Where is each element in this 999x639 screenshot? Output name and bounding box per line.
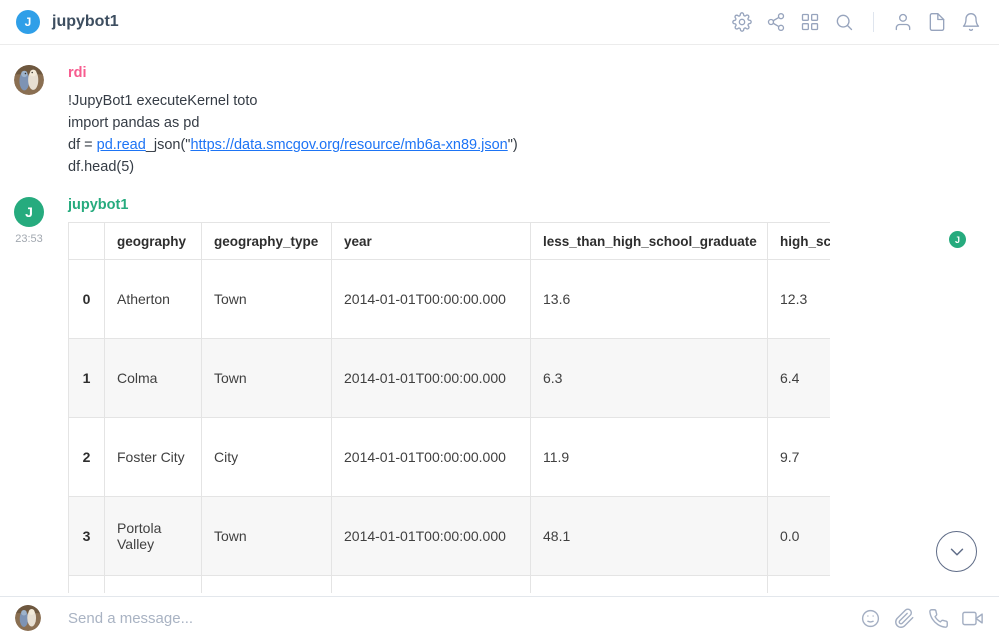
- table-cell: 12.3: [768, 260, 831, 339]
- message-jupybot1: J 23:53 jupybot1 geographygeography_type…: [0, 196, 999, 593]
- message-text: "): [508, 137, 518, 153]
- phone-icon[interactable]: [928, 608, 949, 629]
- row-index-cell: [69, 576, 105, 594]
- table-cell: 2014-01-01T00:00:00.000: [332, 260, 531, 339]
- message-line: df = pd.read_json("https://data.smcgov.o…: [68, 134, 959, 156]
- table-cell: Town: [202, 497, 332, 576]
- channel-avatar: J: [16, 10, 40, 34]
- message-timestamp: 23:53: [10, 233, 48, 245]
- table-cell: 0.0: [768, 497, 831, 576]
- table-cell: [202, 576, 332, 594]
- search-icon[interactable]: [834, 12, 854, 32]
- message-lines: !JupyBot1 executeKernel toto import panda…: [68, 90, 959, 178]
- self-avatar: [15, 605, 41, 631]
- table-cell: 48.1: [531, 497, 768, 576]
- column-header: [69, 223, 105, 260]
- dataframe-table: geographygeography_typeyearless_than_hig…: [68, 222, 830, 593]
- bot-avatar[interactable]: J: [14, 197, 44, 227]
- message-line: df.head(5): [68, 156, 959, 178]
- message-rdi: rdi !JupyBot1 executeKernel toto import p…: [0, 64, 999, 178]
- row-index-cell: 3: [69, 497, 105, 576]
- message-composer: [0, 596, 999, 639]
- video-camera-icon[interactable]: [962, 608, 983, 629]
- parakeets-avatar-image: [15, 605, 41, 631]
- table-cell: 2014-01-01T00:00:00.000: [332, 497, 531, 576]
- message-text: df.head(5): [68, 159, 134, 175]
- share-icon[interactable]: [766, 12, 786, 32]
- channel-title: jupybot1: [52, 13, 119, 31]
- table-header-row: geographygeography_typeyearless_than_hig…: [69, 223, 831, 260]
- table-cell: Colma: [105, 339, 202, 418]
- table-cell: [768, 576, 831, 594]
- jump-to-bottom-button[interactable]: [936, 531, 977, 572]
- message-input[interactable]: [68, 610, 860, 627]
- file-icon[interactable]: [927, 12, 947, 32]
- table-row: 0AthertonTown2014-01-01T00:00:00.00013.6…: [69, 260, 831, 339]
- username[interactable]: jupybot1: [68, 196, 128, 215]
- table-cell: [531, 576, 768, 594]
- table-cell: 2014-01-01T00:00:00.000: [332, 418, 531, 497]
- column-header: less_than_high_school_graduate: [531, 223, 768, 260]
- message-link[interactable]: https://data.smcgov.org/resource/mb6a-xn…: [190, 137, 507, 153]
- table-row: [69, 576, 831, 594]
- bell-icon[interactable]: [961, 12, 981, 32]
- table-row: 2Foster CityCity2014-01-01T00:00:00.0001…: [69, 418, 831, 497]
- message-text: !JupyBot1 executeKernel toto: [68, 93, 257, 109]
- column-header: geography_type: [202, 223, 332, 260]
- table-cell: Atherton: [105, 260, 202, 339]
- message-text: _json(": [146, 137, 191, 153]
- table-cell: Foster City: [105, 418, 202, 497]
- table-cell: 9.7: [768, 418, 831, 497]
- message-line: !JupyBot1 executeKernel toto: [68, 90, 959, 112]
- message-text: df =: [68, 137, 97, 153]
- bot-presence-badge: J: [949, 231, 966, 248]
- message-text: import pandas as pd: [68, 115, 199, 131]
- table-cell: 2014-01-01T00:00:00.000: [332, 339, 531, 418]
- row-index-cell: 0: [69, 260, 105, 339]
- table-cell: 6.4: [768, 339, 831, 418]
- dataframe-container: geographygeography_typeyearless_than_hig…: [68, 222, 830, 593]
- table-body: 0AthertonTown2014-01-01T00:00:00.00013.6…: [69, 260, 831, 594]
- message-link[interactable]: pd.read: [97, 137, 146, 153]
- parakeets-avatar-image: [14, 65, 44, 95]
- column-header: geography: [105, 223, 202, 260]
- settings-icon[interactable]: [732, 12, 752, 32]
- table-row: 1ColmaTown2014-01-01T00:00:00.0006.36.4: [69, 339, 831, 418]
- column-header: year: [332, 223, 531, 260]
- column-header: high_school_graduate: [768, 223, 831, 260]
- table-head: geographygeography_typeyearless_than_hig…: [69, 223, 831, 260]
- table-cell: 13.6: [531, 260, 768, 339]
- chevron-down-icon: [946, 541, 968, 563]
- apps-grid-icon[interactable]: [800, 12, 820, 32]
- message-line: import pandas as pd: [68, 112, 959, 134]
- user-avatar[interactable]: [14, 65, 44, 95]
- composer-actions: [860, 608, 983, 629]
- table-cell: [105, 576, 202, 594]
- channel-header: J jupybot1: [0, 0, 999, 45]
- table-cell: 11.9: [531, 418, 768, 497]
- table-cell: Portola Valley: [105, 497, 202, 576]
- user-icon[interactable]: [893, 12, 913, 32]
- row-index-cell: 2: [69, 418, 105, 497]
- table-cell: Town: [202, 339, 332, 418]
- row-index-cell: 1: [69, 339, 105, 418]
- emoji-icon[interactable]: [860, 608, 881, 629]
- toolbar-divider: [873, 12, 874, 32]
- table-cell: [332, 576, 531, 594]
- table-cell: 6.3: [531, 339, 768, 418]
- paperclip-icon[interactable]: [894, 608, 915, 629]
- table-cell: City: [202, 418, 332, 497]
- table-row: 3Portola ValleyTown2014-01-01T00:00:00.0…: [69, 497, 831, 576]
- message-list: rdi !JupyBot1 executeKernel toto import p…: [0, 45, 999, 593]
- username[interactable]: rdi: [68, 64, 87, 83]
- header-toolbar: [732, 12, 981, 32]
- table-cell: Town: [202, 260, 332, 339]
